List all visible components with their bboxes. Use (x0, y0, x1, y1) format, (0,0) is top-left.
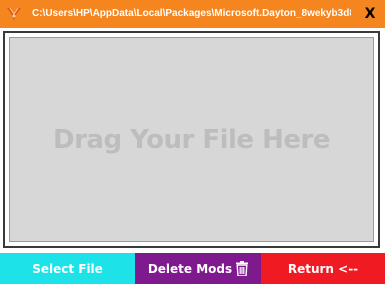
return-label: Return <-- (287, 261, 359, 276)
app-logo-icon (7, 7, 21, 21)
file-drop-zone[interactable]: Drag Your File Here (3, 31, 380, 248)
app-window: C:\Users\HP\AppData\Local\Packages\Micro… (0, 0, 385, 284)
delete-mods-button[interactable]: Delete Mods (135, 253, 261, 284)
return-button[interactable]: Return <-- (261, 253, 385, 284)
window-title: C:\Users\HP\AppData\Local\Packages\Micro… (32, 8, 351, 19)
file-drop-area[interactable]: Drag Your File Here (9, 37, 374, 242)
trash-icon (236, 261, 249, 276)
close-button[interactable]: X (355, 0, 385, 28)
select-file-label: Select File (32, 261, 103, 276)
title-bar[interactable]: C:\Users\HP\AppData\Local\Packages\Micro… (0, 0, 385, 28)
select-file-button[interactable]: Select File (0, 253, 135, 284)
action-bar: Select File Delete Mods Return <-- (0, 253, 385, 284)
drop-hint-text: Drag Your File Here (53, 124, 330, 155)
delete-mods-label: Delete Mods (147, 261, 233, 276)
